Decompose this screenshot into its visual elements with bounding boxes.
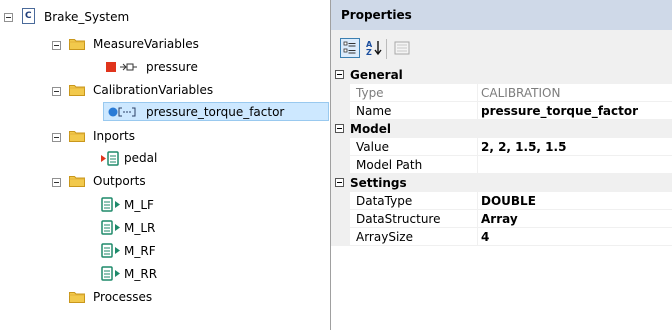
collapse-toggle[interactable] xyxy=(52,87,61,96)
model-tree[interactable]: C Brake_System MeasureVariables pressure… xyxy=(0,0,331,330)
properties-toolbar: A Z xyxy=(331,30,672,66)
outport-icon xyxy=(101,220,123,238)
property-grid: General Type CALIBRATION Name pressure_t… xyxy=(331,66,672,330)
property-row[interactable]: Model Path xyxy=(331,156,672,174)
tree-outport-label[interactable]: M_RR xyxy=(124,266,157,282)
property-row[interactable]: DataType DOUBLE xyxy=(331,192,672,210)
folder-icon xyxy=(69,129,85,145)
property-value[interactable] xyxy=(478,156,672,174)
inport-icon xyxy=(100,151,122,169)
property-row[interactable]: DataStructure Array xyxy=(331,210,672,228)
categorized-view-icon[interactable] xyxy=(340,38,360,58)
model-icon: C xyxy=(21,8,37,27)
collapse-toggle[interactable] xyxy=(335,124,344,133)
property-row[interactable]: Name pressure_torque_factor xyxy=(331,102,672,120)
property-value[interactable]: CALIBRATION xyxy=(478,84,672,102)
property-name: Value xyxy=(331,138,478,156)
collapse-toggle[interactable] xyxy=(335,178,344,187)
collapse-toggle[interactable] xyxy=(52,178,61,187)
property-name: Model Path xyxy=(331,156,478,174)
calibration-variable-icon xyxy=(108,106,142,121)
outport-icon xyxy=(101,243,123,261)
properties-title: Properties xyxy=(331,0,672,30)
tree-outport-label[interactable]: M_RF xyxy=(124,243,156,259)
property-value[interactable]: DOUBLE xyxy=(478,192,672,210)
property-row[interactable]: Type CALIBRATION xyxy=(331,84,672,102)
property-pages-icon[interactable] xyxy=(392,38,412,58)
property-name: ArraySize xyxy=(331,228,478,246)
category-label: General xyxy=(350,68,403,82)
folder-icon xyxy=(69,290,85,306)
tree-processes-label[interactable]: Processes xyxy=(93,289,152,305)
properties-panel: Properties A Z General Type CALIBRATION … xyxy=(331,0,672,330)
property-value[interactable]: pressure_torque_factor xyxy=(478,102,672,120)
collapse-toggle[interactable] xyxy=(4,13,13,22)
property-name: Name xyxy=(331,102,478,120)
tree-pedal-label[interactable]: pedal xyxy=(124,150,157,166)
property-name: DataType xyxy=(331,192,478,210)
tree-outport-label[interactable]: M_LF xyxy=(124,197,154,213)
toolbar-separator xyxy=(386,39,387,59)
tree-inports-label[interactable]: Inports xyxy=(93,128,135,144)
category-label: Settings xyxy=(350,176,407,190)
tree-outports-label[interactable]: Outports xyxy=(93,173,146,189)
tree-pressure-torque-factor-label[interactable]: pressure_torque_factor xyxy=(146,104,284,120)
collapse-toggle[interactable] xyxy=(335,70,344,79)
tree-root-label[interactable]: Brake_System xyxy=(44,9,129,25)
category-model[interactable]: Model xyxy=(331,120,672,138)
folder-icon xyxy=(69,83,85,99)
outport-icon xyxy=(101,266,123,284)
alphabetical-sort-icon[interactable]: A Z xyxy=(364,38,384,58)
tree-pressure-label[interactable]: pressure xyxy=(146,59,198,75)
property-row[interactable]: Value 2, 2, 1.5, 1.5 xyxy=(331,138,672,156)
tree-outport-label[interactable]: M_LR xyxy=(124,220,155,236)
outport-icon xyxy=(101,197,123,215)
property-name: DataStructure xyxy=(331,210,478,228)
category-settings[interactable]: Settings xyxy=(331,174,672,192)
measure-variable-icon xyxy=(106,61,142,76)
folder-icon xyxy=(69,37,85,53)
collapse-toggle[interactable] xyxy=(52,41,61,50)
property-value[interactable]: 4 xyxy=(478,228,672,246)
category-label: Model xyxy=(350,122,392,136)
svg-text:C: C xyxy=(25,11,32,21)
property-name: Type xyxy=(331,84,478,102)
property-value[interactable]: Array xyxy=(478,210,672,228)
property-row[interactable]: ArraySize 4 xyxy=(331,228,672,246)
tree-measure-variables-label[interactable]: MeasureVariables xyxy=(93,36,199,52)
tree-calibration-variables-label[interactable]: CalibrationVariables xyxy=(93,82,213,98)
svg-text:Z: Z xyxy=(366,48,372,57)
folder-icon xyxy=(69,174,85,190)
category-general[interactable]: General xyxy=(331,66,672,84)
collapse-toggle[interactable] xyxy=(52,133,61,142)
property-value[interactable]: 2, 2, 1.5, 1.5 xyxy=(478,138,672,156)
